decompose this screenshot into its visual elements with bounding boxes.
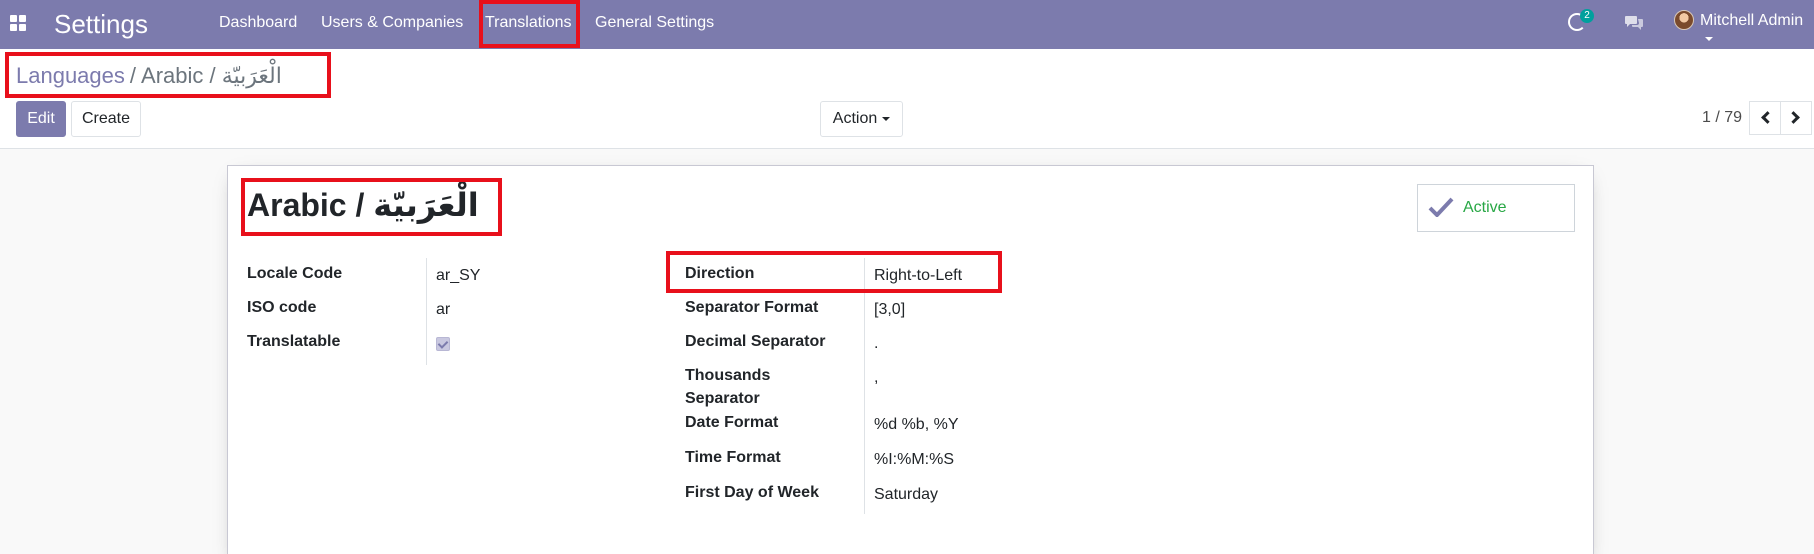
field-value-locale-code: ar_SY xyxy=(436,267,481,284)
chat-icon[interactable] xyxy=(1624,14,1644,30)
edit-button[interactable]: Edit xyxy=(16,101,66,137)
user-menu[interactable]: Mitchell Admin xyxy=(1700,12,1814,48)
active-toggle-button[interactable]: Active xyxy=(1417,184,1575,232)
highlight-box-direction xyxy=(666,251,1002,293)
field-label-translatable: Translatable xyxy=(247,333,341,350)
highlight-box-breadcrumb xyxy=(5,52,331,98)
create-button[interactable]: Create xyxy=(71,101,141,137)
field-label-locale-code: Locale Code xyxy=(247,265,343,282)
field-label-first-day-of-week: First Day of Week xyxy=(685,484,819,501)
field-value-first-day-of-week: Saturday xyxy=(874,486,939,503)
chevron-right-icon xyxy=(1787,111,1800,124)
right-group-divider xyxy=(864,258,865,514)
field-value-time-format: %I:%M:%S xyxy=(874,451,955,468)
field-value-date-format: %d %b, %Y xyxy=(874,416,959,433)
field-value-thousands-separator: , xyxy=(874,369,879,386)
translatable-checkbox xyxy=(436,337,450,351)
chevron-down-icon xyxy=(1705,36,1713,41)
check-icon xyxy=(1428,197,1454,217)
menu-dashboard[interactable]: Dashboard xyxy=(219,0,297,49)
field-label-date-format: Date Format xyxy=(685,414,779,431)
highlight-box-translations xyxy=(479,0,580,48)
field-label-separator-format: Separator Format xyxy=(685,299,819,316)
apps-grid-icon[interactable] xyxy=(10,15,26,31)
left-group-divider xyxy=(426,258,427,365)
highlight-box-title xyxy=(241,178,502,236)
activity-count-badge: 2 xyxy=(1580,9,1594,23)
chevron-left-icon xyxy=(1761,111,1774,124)
action-dropdown[interactable]: Action xyxy=(820,101,903,137)
field-value-decimal-separator: . xyxy=(874,335,879,352)
caret-down-icon xyxy=(882,116,891,121)
menu-users-companies[interactable]: Users & Companies xyxy=(321,0,463,49)
pager-previous-button[interactable] xyxy=(1749,101,1781,135)
field-label-iso-code: ISO code xyxy=(247,299,317,316)
avatar[interactable] xyxy=(1674,10,1694,30)
app-title: Settings xyxy=(54,9,148,39)
field-value-separator-format: [3,0] xyxy=(874,301,906,318)
active-label: Active xyxy=(1463,199,1507,216)
pager-value[interactable]: 1 / 79 xyxy=(1702,109,1742,127)
field-label-decimal-separator: Decimal Separator xyxy=(685,333,826,350)
field-label-thousands-separator: Thousands Separator xyxy=(685,367,771,407)
pager-next-button[interactable] xyxy=(1780,101,1812,135)
field-label-time-format: Time Format xyxy=(685,449,781,466)
field-value-iso-code: ar xyxy=(436,301,451,318)
menu-general-settings[interactable]: General Settings xyxy=(595,0,714,49)
action-label: Action xyxy=(832,110,878,127)
top-navbar: Settings Dashboard Users & Companies Tra… xyxy=(0,0,1814,49)
user-name-label: Mitchell Admin xyxy=(1700,12,1804,29)
